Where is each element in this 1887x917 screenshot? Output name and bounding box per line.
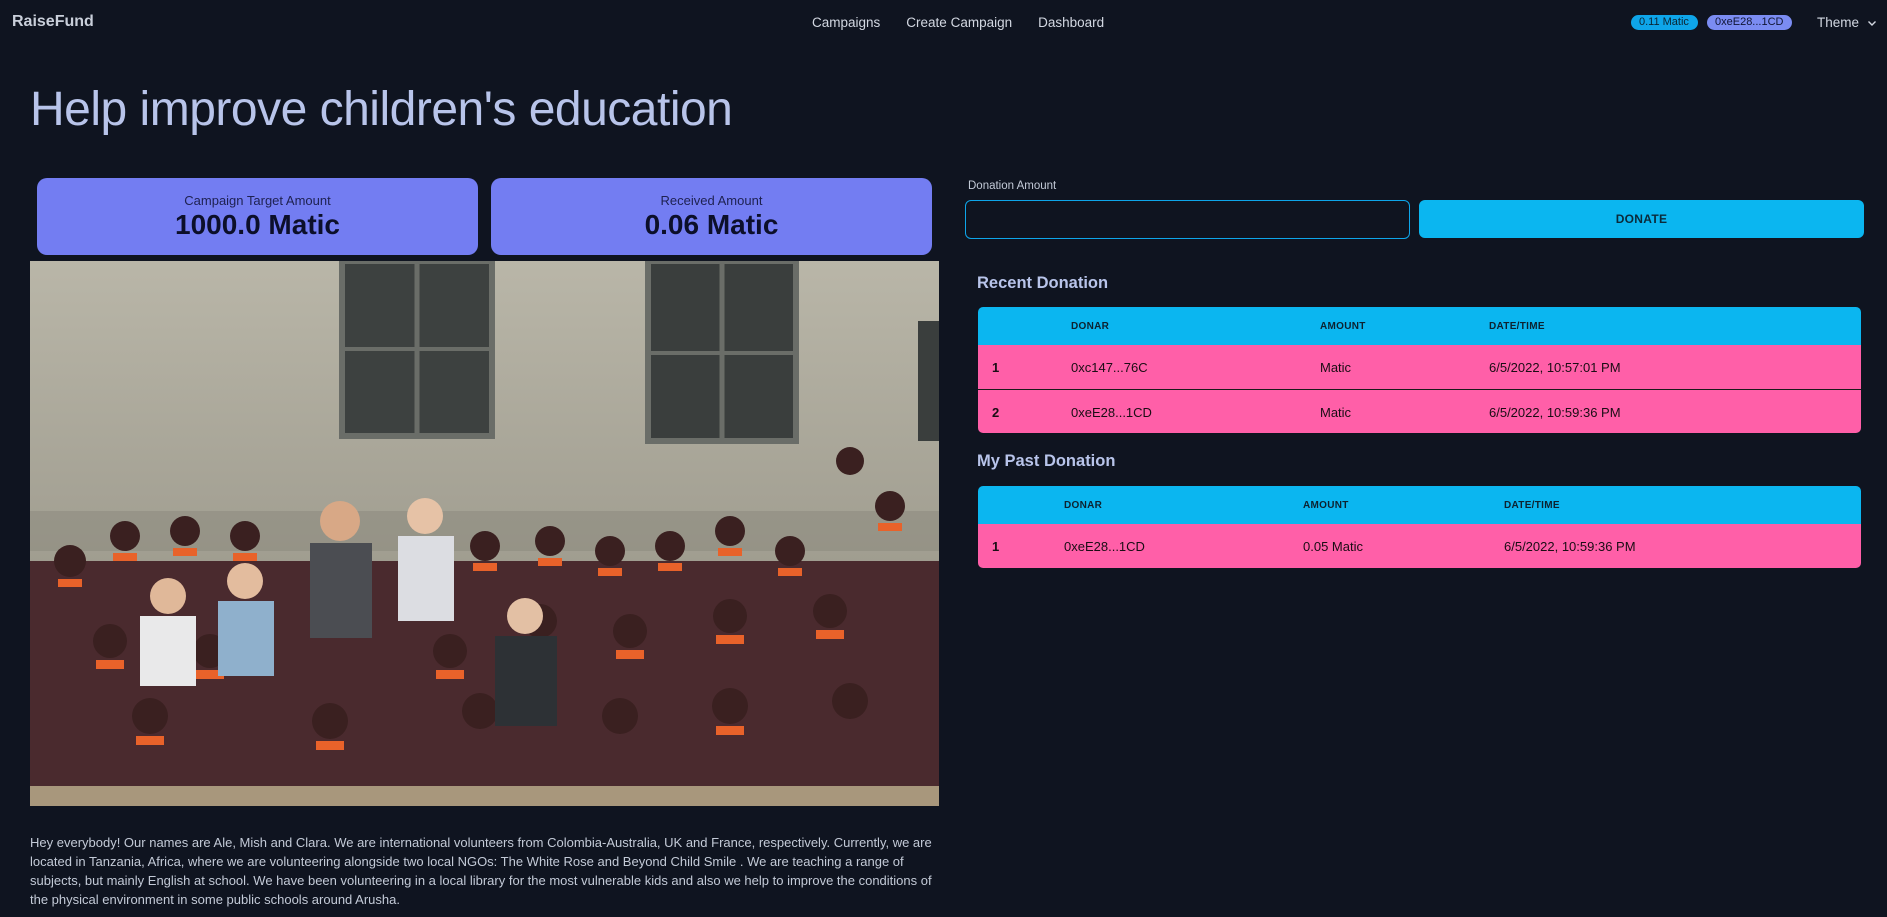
campaign-photo-illustration — [30, 261, 939, 806]
donate-button[interactable]: DONATE — [1419, 200, 1864, 238]
row-index: 1 — [992, 539, 1000, 554]
recent-donation-table: DONAR AMOUNT DATE/TIME 1 0xc147...76C Ma… — [978, 307, 1861, 433]
column-header-donor: DONAR — [1064, 500, 1103, 511]
row-donor: 0xc147...76C — [1071, 360, 1148, 375]
column-header-datetime: DATE/TIME — [1504, 500, 1560, 511]
theme-label: Theme — [1817, 15, 1860, 30]
row-amount: Matic — [1320, 360, 1352, 375]
target-amount-value: 1000.0 Matic — [175, 209, 340, 240]
wallet-address-badge[interactable]: 0xeE28...1CD — [1707, 15, 1792, 30]
row-datetime: 6/5/2022, 10:59:36 PM — [1489, 405, 1621, 420]
column-header-amount: AMOUNT — [1303, 500, 1349, 511]
table-header: DONAR AMOUNT DATE/TIME — [978, 307, 1861, 345]
brand-logo[interactable]: RaiseFund — [12, 13, 94, 31]
campaign-photo — [30, 261, 939, 806]
donation-amount-input[interactable] — [965, 200, 1410, 239]
past-donation-title: My Past Donation — [977, 452, 1116, 470]
donation-amount-label: Donation Amount — [968, 180, 1057, 192]
table-row: 2 0xeE28...1CD Matic 6/5/2022, 10:59:36 … — [978, 389, 1861, 433]
nav-links: Campaigns Create Campaign Dashboard — [812, 15, 1104, 30]
row-donor: 0xeE28...1CD — [1071, 405, 1152, 420]
column-header-datetime: DATE/TIME — [1489, 321, 1545, 332]
nav-link-create-campaign[interactable]: Create Campaign — [906, 15, 1012, 30]
target-amount-card: Campaign Target Amount 1000.0 Matic — [37, 178, 478, 255]
column-header-amount: AMOUNT — [1320, 321, 1366, 332]
page-title: Help improve children's education — [30, 83, 733, 136]
past-donation-table: DONAR AMOUNT DATE/TIME 1 0xeE28...1CD 0.… — [978, 486, 1861, 568]
row-index: 1 — [992, 360, 1000, 375]
wallet-balance-badge: 0.11 Matic — [1631, 15, 1698, 30]
row-amount: Matic — [1320, 405, 1352, 420]
row-datetime: 6/5/2022, 10:59:36 PM — [1504, 539, 1636, 554]
navbar: RaiseFund Campaigns Create Campaign Dash… — [0, 0, 1887, 44]
table-header: DONAR AMOUNT DATE/TIME — [978, 486, 1861, 524]
nav-link-dashboard[interactable]: Dashboard — [1038, 15, 1104, 30]
row-amount: 0.05 Matic — [1303, 539, 1363, 554]
nav-link-campaigns[interactable]: Campaigns — [812, 15, 880, 30]
row-donor: 0xeE28...1CD — [1064, 539, 1145, 554]
chevron-down-icon — [1868, 20, 1877, 26]
row-datetime: 6/5/2022, 10:57:01 PM — [1489, 360, 1621, 375]
recent-donation-title: Recent Donation — [977, 274, 1109, 292]
received-amount-label: Received Amount — [660, 193, 763, 208]
table-row: 1 0xc147...76C Matic 6/5/2022, 10:57:01 … — [978, 345, 1861, 389]
campaign-description: Hey everybody! Our names are Ale, Mish a… — [30, 835, 932, 907]
received-amount-card: Received Amount 0.06 Matic — [491, 178, 932, 255]
target-amount-label: Campaign Target Amount — [184, 193, 331, 208]
column-header-donor: DONAR — [1071, 321, 1110, 332]
row-index: 2 — [992, 405, 1000, 420]
received-amount-value: 0.06 Matic — [644, 209, 779, 240]
theme-dropdown[interactable]: Theme — [1817, 15, 1877, 30]
table-row: 1 0xeE28...1CD 0.05 Matic 6/5/2022, 10:5… — [978, 524, 1861, 568]
